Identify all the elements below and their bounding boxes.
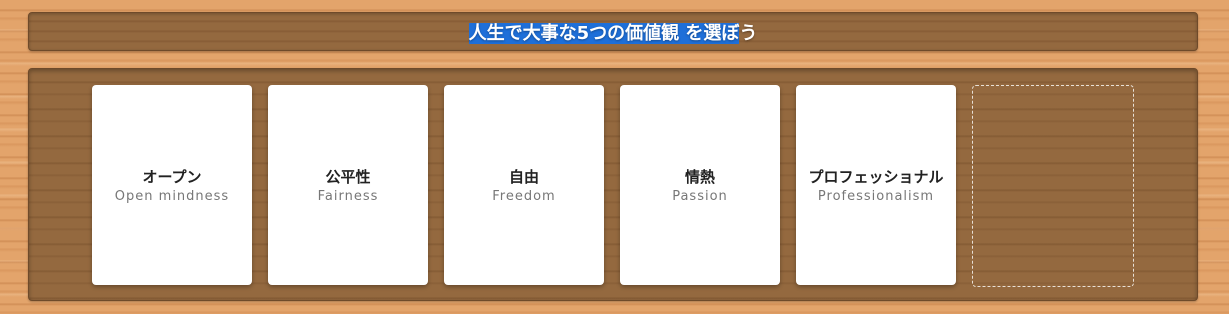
card-title: 情熱	[684, 168, 715, 186]
card-subtitle: Passion	[672, 189, 728, 204]
title-bar: 人生で大事な5つの価値観 を選ぼう	[28, 12, 1198, 51]
value-card-fairness[interactable]: 公平性 Fairness	[268, 85, 428, 285]
card-subtitle: Fairness	[317, 189, 379, 204]
title-rest-text: う	[739, 22, 758, 44]
card-subtitle: Open mindness	[114, 189, 230, 204]
card-title: 公平性	[325, 168, 371, 186]
page-title: 人生で大事な5つの価値観 を選ぼう	[468, 19, 758, 45]
card-title: オープン	[142, 168, 202, 186]
card-subtitle: Freedom	[492, 189, 556, 204]
value-card-professionalism[interactable]: プロフェッショナル Professionalism	[796, 85, 956, 285]
card-title: 自由	[508, 168, 539, 186]
card-subtitle: Professionalism	[817, 189, 935, 204]
value-card-freedom[interactable]: 自由 Freedom	[444, 85, 604, 285]
empty-card-slot[interactable]	[972, 85, 1134, 287]
value-card-open[interactable]: オープン Open mindness	[92, 85, 252, 285]
card-title: プロフェッショナル	[808, 168, 944, 186]
value-card-passion[interactable]: 情熱 Passion	[620, 85, 780, 285]
title-selected-text: 人生で大事な5つの価値観 を選ぼ	[468, 22, 740, 44]
card-board: オープン Open mindness 公平性 Fairness 自由 Freed…	[28, 68, 1198, 301]
